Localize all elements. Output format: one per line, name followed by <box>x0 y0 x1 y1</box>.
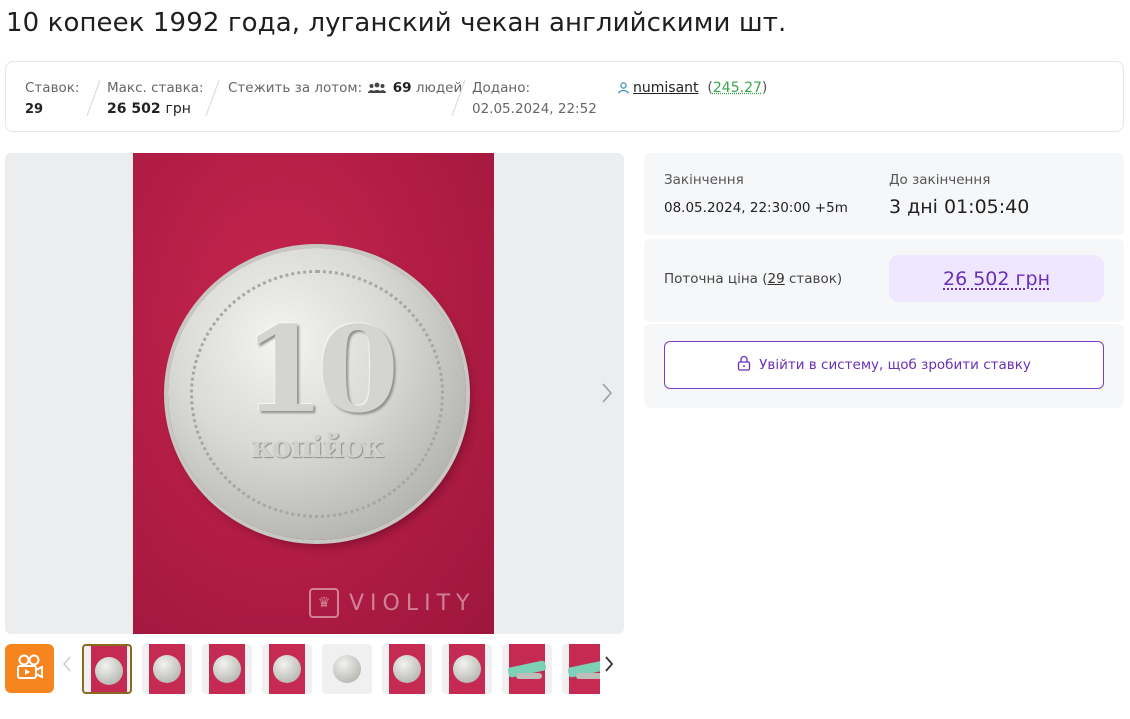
max-bid-label: Макс. ставка: <box>107 80 204 96</box>
seller-info: numisant (245.27) <box>618 78 767 101</box>
video-camera-icon <box>16 654 44 684</box>
added-label: Додано: <box>472 80 531 96</box>
current-price-label-text: Поточна ціна ( <box>664 271 768 287</box>
main-image-viewer[interactable]: 10 копійок ♛ VIOLITY <box>5 153 624 634</box>
thumbnail[interactable] <box>142 644 192 694</box>
login-to-bid-button[interactable]: Увійти в систему, щоб зробити ставку <box>664 341 1104 389</box>
user-icon <box>618 80 629 101</box>
thumbnail-strip <box>82 644 600 694</box>
login-button-label: Увійти в систему, щоб зробити ставку <box>759 357 1031 373</box>
divider <box>205 79 220 117</box>
watermark: ♛ VIOLITY <box>309 588 475 618</box>
thumbnail[interactable] <box>442 644 492 694</box>
lot-stats-bar: Ставок: 29 Макс. ставка: 26 502 грн Стеж… <box>5 61 1124 132</box>
watch-suffix: людей <box>415 80 463 96</box>
thumbnail[interactable] <box>382 644 432 694</box>
current-price-panel: Поточна ціна (29 ставок) 26 502 грн <box>644 239 1124 322</box>
lot-title: 10 копеек 1992 года, луганский чекан анг… <box>6 8 787 38</box>
current-price-label-suffix: ставок) <box>784 271 843 287</box>
seller-rating-link[interactable]: 245.27 <box>713 80 762 96</box>
thumbnail[interactable] <box>202 644 252 694</box>
max-bid-value: 26 502 <box>107 101 161 117</box>
watermark-text: VIOLITY <box>349 590 476 616</box>
end-value: 08.05.2024, 22:30:00 +5m <box>664 200 848 216</box>
people-icon <box>368 80 387 101</box>
lock-icon <box>737 355 751 375</box>
bid-count-link[interactable]: 29 <box>768 271 785 287</box>
thumbs-next-arrow[interactable] <box>605 656 614 677</box>
bids-stat: Ставок: 29 <box>25 78 79 120</box>
remaining-label: До закінчення <box>889 172 991 188</box>
added-stat: Додано: 02.05.2024, 22:52 <box>472 78 597 120</box>
max-bid-unit: грн <box>165 101 191 117</box>
bids-label: Ставок: <box>25 80 80 96</box>
coin-image: 10 копійок <box>168 248 466 540</box>
coin-denomination: 10 <box>242 300 399 439</box>
watch-label: Стежить за лотом: <box>228 80 363 96</box>
crown-icon: ♛ <box>309 588 339 618</box>
thumbs-prev-arrow[interactable] <box>63 656 71 677</box>
bids-value: 29 <box>25 102 44 117</box>
current-price-label: Поточна ціна (29 ставок) <box>664 271 842 287</box>
thumbnail[interactable] <box>322 644 372 694</box>
auction-timing-panel: Закінчення 08.05.2024, 22:30:00 +5m До з… <box>644 153 1124 235</box>
remaining-value: 3 дні 01:05:40 <box>889 196 1030 218</box>
max-bid-stat: Макс. ставка: 26 502 грн <box>107 78 204 120</box>
thumbnail[interactable] <box>82 644 132 694</box>
thumbnail[interactable] <box>262 644 312 694</box>
lot-photo[interactable]: 10 копійок ♛ VIOLITY <box>133 153 494 634</box>
watch-count: 69 <box>392 80 412 96</box>
video-button[interactable] <box>5 644 54 693</box>
thumbnail[interactable] <box>502 644 552 694</box>
login-panel: Увійти в систему, щоб зробити ставку <box>644 324 1124 408</box>
watchers-stat: Стежить за лотом: 69 людей <box>228 78 462 101</box>
next-image-arrow[interactable] <box>601 382 613 410</box>
coin-inscription: копійок <box>251 430 384 465</box>
seller-link[interactable]: numisant <box>633 80 699 96</box>
thumbnail[interactable] <box>562 644 600 694</box>
added-value: 02.05.2024, 22:52 <box>472 101 597 117</box>
current-price-value[interactable]: 26 502 грн <box>889 255 1104 302</box>
end-label: Закінчення <box>664 172 744 188</box>
divider <box>86 79 101 117</box>
